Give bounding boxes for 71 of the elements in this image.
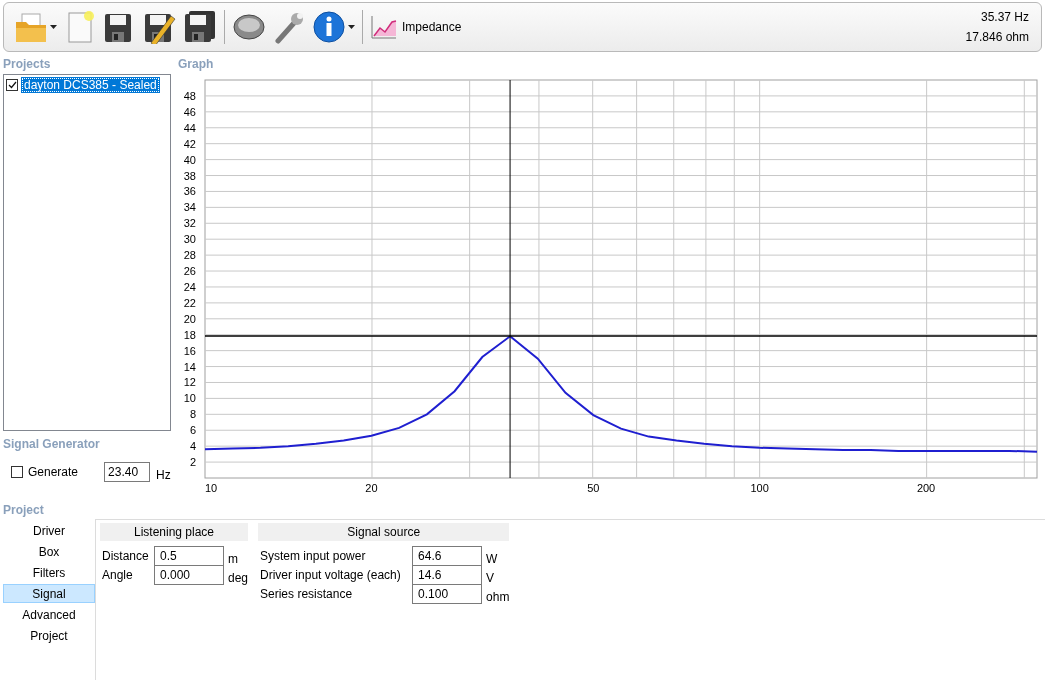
input-field[interactable]: 0.5 <box>154 546 224 566</box>
wrench-icon <box>272 10 306 44</box>
caret-icon <box>50 25 57 29</box>
input-field[interactable]: 0.100 <box>412 584 483 604</box>
input-field[interactable]: 14.6 <box>412 565 483 585</box>
y-axis-label: 22 <box>183 296 196 309</box>
group-header: Signal source <box>258 523 510 541</box>
frequency-field[interactable]: 23.40 <box>104 462 151 482</box>
field-label: Angle <box>101 567 134 582</box>
nav-item[interactable]: Filters <box>3 563 95 582</box>
x-axis-label: 50 <box>587 482 600 494</box>
y-axis-label: 42 <box>183 137 196 150</box>
y-axis-label: 24 <box>183 280 196 293</box>
y-axis-label: 18 <box>183 328 196 341</box>
line-chart-icon <box>370 14 398 40</box>
section-title: Signal Generator <box>3 436 101 453</box>
unit-label: deg <box>228 570 249 585</box>
y-axis-label: 20 <box>183 312 196 325</box>
y-axis-label: 26 <box>183 265 196 278</box>
unit-label: W <box>486 551 499 566</box>
cursor-readout: 17.846 ohm <box>965 30 1029 44</box>
section-title: Project <box>3 502 45 519</box>
checkbox[interactable] <box>6 79 18 91</box>
y-axis-label: 38 <box>183 169 196 182</box>
input-field[interactable]: 64.6 <box>412 546 483 566</box>
unit-label: ohm <box>486 589 510 604</box>
floppy-disks-icon <box>183 10 217 44</box>
y-axis-label: 12 <box>183 376 196 389</box>
y-axis-label: 6 <box>189 424 196 437</box>
input-field[interactable]: 0.000 <box>154 565 224 585</box>
y-axis-label: 16 <box>183 344 196 357</box>
x-axis-label: 100 <box>750 482 769 494</box>
x-axis-label: 10 <box>204 482 218 494</box>
unit-label: m <box>228 551 239 566</box>
y-axis-label: 40 <box>183 153 196 166</box>
x-axis-label: 200 <box>916 482 936 494</box>
x-axis-label: 20 <box>365 482 378 494</box>
nav-item[interactable]: Driver <box>3 521 95 540</box>
field-label: Series resistance <box>259 586 354 601</box>
y-axis-label: 36 <box>183 185 196 198</box>
y-axis-label: 34 <box>183 201 196 214</box>
y-axis-label: 4 <box>189 440 196 453</box>
y-axis-label: 30 <box>183 233 196 246</box>
unit-label: V <box>486 570 496 585</box>
field-label: Driver input voltage (each) <box>259 567 402 582</box>
list-item[interactable]: dayton DCS385 - Sealed <box>21 77 160 93</box>
nav-item[interactable]: Project <box>3 626 95 645</box>
field-label: Distance <box>101 548 150 563</box>
unit-label: Hz <box>156 467 171 482</box>
y-axis-label: 2 <box>189 456 196 469</box>
y-axis-label: 10 <box>183 392 196 405</box>
y-axis-label: 28 <box>183 249 196 262</box>
y-axis-label: 46 <box>183 105 196 118</box>
folder-icon <box>14 10 48 44</box>
y-axis-label: 14 <box>183 360 196 373</box>
y-axis-label: 48 <box>183 89 196 102</box>
section-title: Graph <box>177 56 215 73</box>
y-axis-label: 8 <box>189 408 196 421</box>
nav-item[interactable]: Signal <box>3 584 95 603</box>
nav-item[interactable]: Box <box>3 542 95 561</box>
caret-icon <box>348 25 355 29</box>
generate-checkbox[interactable]: Generate <box>11 465 79 479</box>
section-title: Projects <box>3 56 52 73</box>
info-icon <box>312 10 346 44</box>
impedance-view-button[interactable]: Impedance <box>368 7 464 47</box>
y-axis-label: 44 <box>183 121 196 134</box>
field-label: System input power <box>259 548 367 563</box>
cursor-readout: 35.37 Hz <box>980 10 1029 24</box>
group-header: Listening place <box>100 523 249 541</box>
nav-item[interactable]: Advanced <box>3 605 95 624</box>
y-axis-label: 32 <box>183 217 196 230</box>
